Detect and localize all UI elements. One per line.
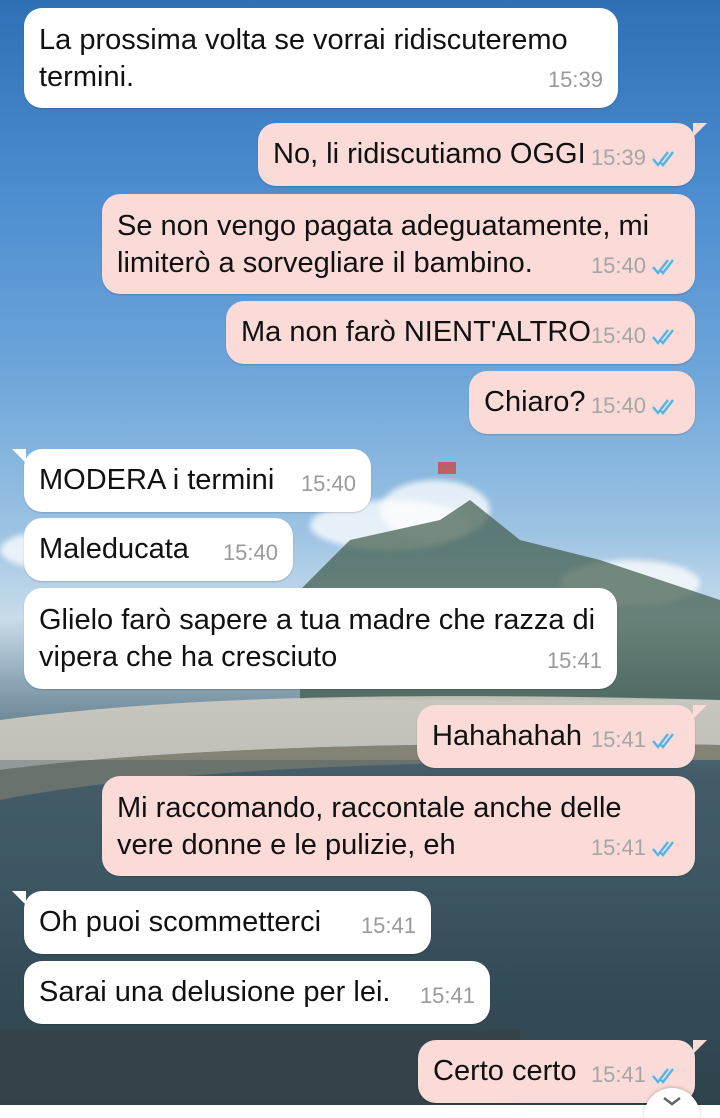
message-meta: 15:39 bbox=[591, 139, 680, 176]
message-in[interactable]: Maleducata 15:40 bbox=[24, 518, 293, 581]
message-out[interactable]: Ma non farò NIENT'ALTRO 15:40 bbox=[226, 301, 695, 364]
message-line: vere donne e le pulizie, eh bbox=[117, 829, 456, 861]
message-line: Se non vengo pagata adeguatamente, mi bbox=[117, 210, 650, 242]
message-time: 15:40 bbox=[590, 323, 646, 348]
scroll-down-button[interactable] bbox=[644, 1088, 700, 1118]
message-time: 15:40 bbox=[590, 393, 646, 418]
message-time: 15:39 bbox=[590, 145, 646, 170]
message-in[interactable]: La prossima volta se vorrai ridiscuterem… bbox=[24, 8, 618, 108]
message-text: Sarai una delusione per lei. bbox=[39, 976, 391, 1008]
message-text: Maleducata bbox=[39, 533, 189, 565]
message-out[interactable]: Mi raccomando, raccontale anche delle ve… bbox=[102, 776, 695, 876]
message-time: 15:40 bbox=[590, 253, 646, 278]
message-in[interactable]: Sarai una delusione per lei. 15:41 bbox=[24, 961, 490, 1024]
message-text: La prossima volta se vorrai ridiscuterem… bbox=[39, 22, 568, 96]
message-meta: 15:41 bbox=[547, 642, 602, 679]
chevron-down-icon bbox=[663, 1097, 681, 1106]
message-line: Glielo farò sapere a tua madre che razza… bbox=[39, 604, 596, 636]
message-meta: 15:40 bbox=[591, 317, 680, 354]
message-text: Oh puoi scommetterci bbox=[39, 906, 322, 938]
message-text: Se non vengo pagata adeguatamente, mi li… bbox=[117, 208, 649, 282]
message-meta: 15:40 bbox=[301, 465, 356, 502]
message-time: 15:41 bbox=[590, 1062, 646, 1087]
message-time: 15:41 bbox=[546, 648, 602, 673]
message-text: No, li ridiscutiamo OGGI bbox=[273, 138, 586, 170]
message-out[interactable]: No, li ridiscutiamo OGGI 15:39 bbox=[258, 123, 707, 186]
message-in[interactable]: Oh puoi scommetterci 15:41 bbox=[12, 891, 431, 954]
double-check-icon bbox=[652, 150, 674, 167]
message-time: 15:41 bbox=[590, 835, 646, 860]
message-time: 15:40 bbox=[222, 540, 278, 565]
message-line: La prossima volta se vorrai ridiscuterem… bbox=[39, 24, 568, 56]
message-text: Glielo farò sapere a tua madre che razza… bbox=[39, 602, 595, 676]
message-line: Mi raccomando, raccontale anche delle bbox=[117, 792, 622, 824]
message-text: Mi raccomando, raccontale anche delle ve… bbox=[117, 790, 622, 864]
double-check-icon bbox=[652, 840, 674, 857]
message-meta: 15:40 bbox=[591, 387, 680, 424]
message-time: 15:40 bbox=[300, 471, 356, 496]
double-check-icon bbox=[652, 258, 674, 275]
message-meta: 15:41 bbox=[591, 829, 680, 866]
double-check-icon bbox=[652, 398, 674, 415]
message-text: Hahahahah bbox=[432, 720, 582, 752]
message-time: 15:41 bbox=[590, 727, 646, 752]
message-line: termini. bbox=[39, 61, 135, 93]
message-out[interactable]: Chiaro? 15:40 bbox=[469, 371, 695, 434]
message-text: Ma non farò NIENT'ALTRO bbox=[241, 316, 591, 348]
message-meta: 15:39 bbox=[548, 61, 603, 98]
message-text: Chiaro? bbox=[484, 386, 586, 418]
double-check-icon bbox=[652, 328, 674, 345]
message-line: vipera che ha cresciuto bbox=[39, 641, 338, 673]
message-meta: 15:40 bbox=[591, 247, 680, 284]
message-text: MODERA i termini bbox=[39, 464, 275, 496]
message-in[interactable]: Glielo farò sapere a tua madre che razza… bbox=[24, 588, 617, 689]
message-meta: 15:41 bbox=[361, 907, 416, 944]
message-meta: 15:40 bbox=[223, 534, 278, 571]
message-out[interactable]: Se non vengo pagata adeguatamente, mi li… bbox=[102, 194, 695, 294]
message-line: limiterò a sorvegliare il bambino. bbox=[117, 247, 533, 279]
message-meta: 15:41 bbox=[420, 977, 475, 1014]
message-time: 15:41 bbox=[360, 913, 416, 938]
message-time: 15:39 bbox=[547, 67, 603, 92]
message-meta: 15:41 bbox=[591, 721, 680, 758]
message-in[interactable]: MODERA i termini 15:40 bbox=[12, 449, 371, 512]
message-text: Certo certo bbox=[433, 1055, 577, 1087]
double-check-icon bbox=[652, 1067, 674, 1084]
message-time: 15:41 bbox=[419, 983, 475, 1008]
message-out[interactable]: Hahahahah 15:41 bbox=[417, 705, 707, 768]
double-check-icon bbox=[652, 732, 674, 749]
